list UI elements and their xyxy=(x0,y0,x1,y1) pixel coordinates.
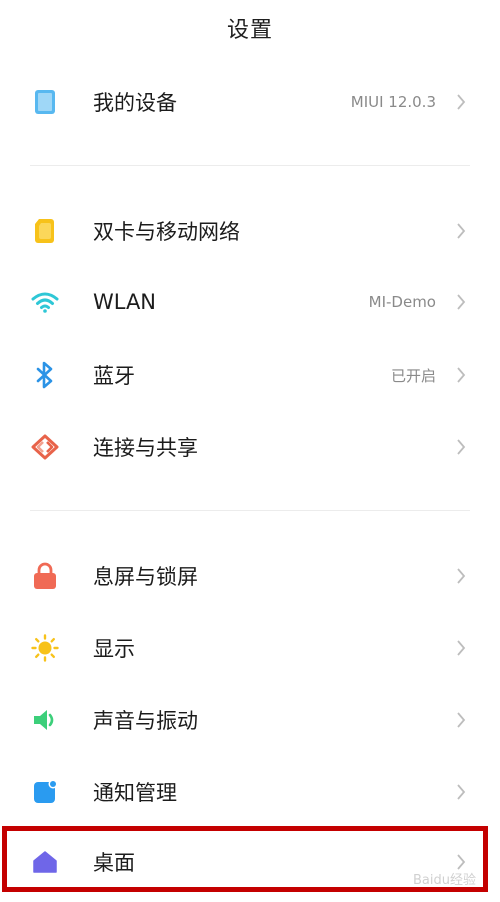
settings-item-label: 显示 xyxy=(93,637,135,661)
chevron-right-icon xyxy=(454,92,468,112)
settings-item-label: 我的设备 xyxy=(93,91,177,115)
page-title: 设置 xyxy=(226,18,273,43)
chevron-right-icon xyxy=(454,437,468,457)
bluetooth-icon xyxy=(30,360,60,390)
settings-screen: 设置 我的设备 MIUI 12.0.3 双卡与移动网络 WLAN MI-Demo… xyxy=(0,0,500,902)
device-icon xyxy=(30,87,60,117)
watermark: Baidu经验 xyxy=(413,873,476,888)
settings-item-label: 桌面 xyxy=(93,851,135,875)
chevron-right-icon xyxy=(454,365,468,385)
chevron-right-icon xyxy=(454,292,468,312)
settings-item-bluetooth[interactable]: 蓝牙 已开启 xyxy=(0,343,500,407)
settings-item-label: WLAN xyxy=(93,290,157,314)
chevron-right-icon xyxy=(454,221,468,241)
settings-item-value: MIUI 12.0.3 xyxy=(350,93,436,111)
settings-item-label: 息屏与锁屏 xyxy=(93,565,198,589)
wifi-icon xyxy=(30,287,60,317)
lock-icon xyxy=(30,561,60,591)
settings-item-lock-screen[interactable]: 息屏与锁屏 xyxy=(0,544,500,608)
sim-card-icon xyxy=(30,216,60,246)
chevron-right-icon xyxy=(454,638,468,658)
settings-item-wlan[interactable]: WLAN MI-Demo xyxy=(0,270,500,334)
settings-item-my-device[interactable]: 我的设备 MIUI 12.0.3 xyxy=(0,70,500,134)
section-divider xyxy=(30,510,470,511)
home-icon xyxy=(30,847,60,877)
settings-item-label: 连接与共享 xyxy=(93,436,198,460)
chevron-right-icon xyxy=(454,782,468,802)
settings-item-dual-sim[interactable]: 双卡与移动网络 xyxy=(0,199,500,263)
chevron-right-icon xyxy=(454,566,468,586)
settings-item-notifications[interactable]: 通知管理 xyxy=(0,760,500,824)
chevron-right-icon xyxy=(454,710,468,730)
speaker-icon xyxy=(30,705,60,735)
section-divider xyxy=(30,165,470,166)
settings-item-label: 通知管理 xyxy=(93,781,177,805)
sun-icon xyxy=(30,633,60,663)
settings-item-label: 双卡与移动网络 xyxy=(93,220,240,244)
notification-icon xyxy=(30,777,60,807)
settings-item-sound-vibration[interactable]: 声音与振动 xyxy=(0,688,500,752)
settings-item-connection-sharing[interactable]: 连接与共享 xyxy=(0,415,500,479)
settings-item-display[interactable]: 显示 xyxy=(0,616,500,680)
settings-item-label: 蓝牙 xyxy=(93,364,135,388)
settings-item-value: 已开启 xyxy=(390,366,436,385)
settings-item-value: MI-Demo xyxy=(368,293,436,311)
settings-item-label: 声音与振动 xyxy=(93,709,198,733)
connection-share-icon xyxy=(30,432,60,462)
